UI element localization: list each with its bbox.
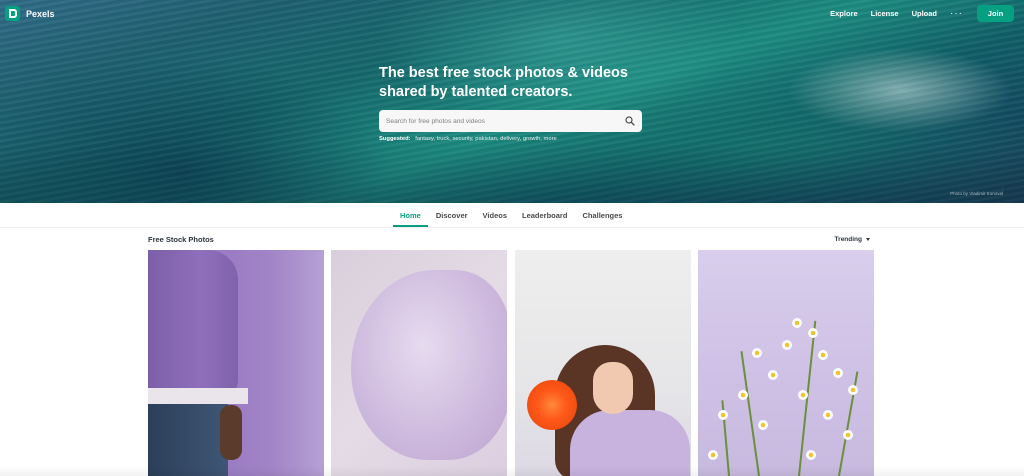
brand-logo[interactable]: Pexels xyxy=(5,6,55,21)
hero-banner: Pexels Explore License Upload ··· Join T… xyxy=(0,0,1024,203)
suggestion-more-link[interactable]: more xyxy=(544,136,557,142)
suggestion-link[interactable]: security xyxy=(453,136,473,142)
hero-title-line-1: The best free stock photos & videos xyxy=(379,65,628,81)
join-button[interactable]: Join xyxy=(977,5,1014,22)
suggestion-link[interactable]: delivery xyxy=(500,136,520,142)
photo-detail xyxy=(740,351,760,476)
hero-title: The best free stock photos & videos shar… xyxy=(379,64,659,102)
page-fade xyxy=(0,466,1024,476)
more-options-icon[interactable]: ··· xyxy=(950,8,963,18)
suggested-searches: Suggested: fantasy, truck, security, pak… xyxy=(379,136,557,142)
photo-detail xyxy=(758,420,768,430)
photo-card[interactable] xyxy=(698,250,874,476)
chevron-down-icon xyxy=(866,238,870,241)
photo-content xyxy=(351,270,507,460)
photo-detail xyxy=(808,328,818,338)
suggested-label: Suggested: xyxy=(379,136,411,142)
search-box xyxy=(379,110,642,132)
photo-card[interactable] xyxy=(148,250,324,476)
search-icon[interactable] xyxy=(625,116,635,126)
photo-detail xyxy=(806,450,816,460)
pexels-logo-icon xyxy=(5,6,20,21)
photo-content xyxy=(148,250,238,400)
suggestion-link[interactable]: fantasy xyxy=(415,136,433,142)
photo-detail xyxy=(833,368,843,378)
photo-card[interactable] xyxy=(515,250,691,476)
section-header: Free Stock Photos Trending xyxy=(148,234,874,246)
photo-detail xyxy=(792,318,802,328)
photo-detail xyxy=(527,380,577,430)
top-navigation: Pexels Explore License Upload ··· Join xyxy=(0,0,1024,28)
photo-card[interactable] xyxy=(331,250,507,476)
photo-detail xyxy=(718,410,728,420)
nav-links: Explore License Upload ··· Join xyxy=(830,5,1014,22)
photo-detail xyxy=(798,390,808,400)
nav-license-link[interactable]: License xyxy=(871,9,899,18)
hero-title-line-2: shared by talented creators. xyxy=(379,84,573,100)
nav-explore-link[interactable]: Explore xyxy=(830,9,858,18)
photo-detail xyxy=(848,385,858,395)
section-title: Free Stock Photos xyxy=(148,235,214,244)
photo-detail xyxy=(148,388,248,404)
photo-detail xyxy=(782,340,792,350)
photo-detail xyxy=(818,350,828,360)
photo-detail xyxy=(708,450,718,460)
tab-home[interactable]: Home xyxy=(393,203,428,227)
tab-discover[interactable]: Discover xyxy=(429,203,475,227)
suggestion-link[interactable]: truck xyxy=(437,136,450,142)
search-input[interactable] xyxy=(379,110,609,132)
tab-leaderboard[interactable]: Leaderboard xyxy=(515,203,574,227)
photo-detail xyxy=(220,405,242,460)
photo-detail xyxy=(752,348,762,358)
brand-name: Pexels xyxy=(26,8,55,19)
tab-bar: Home Discover Videos Leaderboard Challen… xyxy=(0,203,1024,228)
sort-label: Trending xyxy=(834,236,862,243)
suggestion-link[interactable]: pakistan xyxy=(475,136,497,142)
hero-content: The best free stock photos & videos shar… xyxy=(379,64,659,142)
photo-detail xyxy=(843,430,853,440)
tab-videos[interactable]: Videos xyxy=(476,203,514,227)
photo-credit[interactable]: Photo by Vladimir Konoval xyxy=(950,191,1003,196)
photo-detail xyxy=(768,370,778,380)
sort-dropdown[interactable]: Trending xyxy=(835,236,870,243)
photo-detail xyxy=(738,390,748,400)
photo-detail xyxy=(823,410,833,420)
photo-detail xyxy=(593,362,633,414)
suggestion-link[interactable]: growth xyxy=(523,136,540,142)
nav-upload-link[interactable]: Upload xyxy=(912,9,937,18)
tab-challenges[interactable]: Challenges xyxy=(575,203,629,227)
